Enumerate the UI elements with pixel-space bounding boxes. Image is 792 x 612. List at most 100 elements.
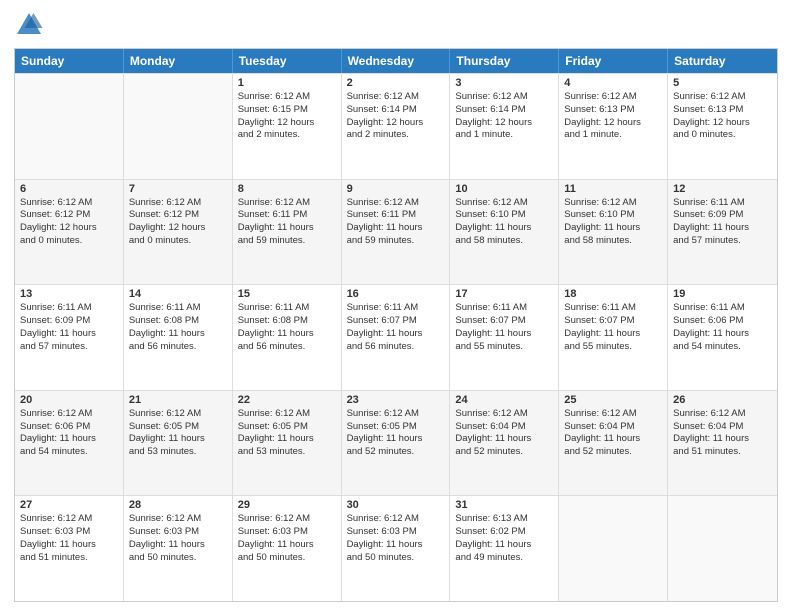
cell-info-line: and 52 minutes. bbox=[347, 446, 445, 459]
day-cell-7: 7Sunrise: 6:12 AMSunset: 6:12 PMDaylight… bbox=[124, 180, 233, 285]
cell-info-line: Sunrise: 6:11 AM bbox=[564, 302, 662, 315]
day-number: 17 bbox=[455, 288, 553, 300]
cell-info-line: Daylight: 12 hours bbox=[347, 117, 445, 130]
cell-info-line: Sunset: 6:15 PM bbox=[238, 104, 336, 117]
cell-info-line: Sunset: 6:05 PM bbox=[347, 421, 445, 434]
day-number: 14 bbox=[129, 288, 227, 300]
cell-info-line: Sunrise: 6:13 AM bbox=[455, 513, 553, 526]
day-number: 3 bbox=[455, 77, 553, 89]
day-cell-3: 3Sunrise: 6:12 AMSunset: 6:14 PMDaylight… bbox=[450, 74, 559, 179]
cell-info-line: Sunrise: 6:12 AM bbox=[673, 91, 772, 104]
weekday-header-saturday: Saturday bbox=[668, 49, 777, 73]
day-cell-23: 23Sunrise: 6:12 AMSunset: 6:05 PMDayligh… bbox=[342, 391, 451, 496]
day-number: 7 bbox=[129, 183, 227, 195]
cell-info-line: Sunrise: 6:11 AM bbox=[20, 302, 118, 315]
cell-info-line: Sunset: 6:10 PM bbox=[564, 209, 662, 222]
cell-info-line: Daylight: 12 hours bbox=[564, 117, 662, 130]
cell-info-line: Sunrise: 6:11 AM bbox=[129, 302, 227, 315]
cell-info-line: Sunset: 6:04 PM bbox=[673, 421, 772, 434]
cell-info-line: Daylight: 11 hours bbox=[673, 433, 772, 446]
empty-cell bbox=[559, 496, 668, 601]
cell-info-line: and 57 minutes. bbox=[673, 235, 772, 248]
day-cell-17: 17Sunrise: 6:11 AMSunset: 6:07 PMDayligh… bbox=[450, 285, 559, 390]
cell-info-line: Daylight: 11 hours bbox=[238, 539, 336, 552]
weekday-header-friday: Friday bbox=[559, 49, 668, 73]
calendar-row: 6Sunrise: 6:12 AMSunset: 6:12 PMDaylight… bbox=[15, 179, 777, 285]
cell-info-line: Sunrise: 6:12 AM bbox=[455, 197, 553, 210]
logo bbox=[14, 10, 48, 40]
empty-cell bbox=[668, 496, 777, 601]
cell-info-line: Daylight: 11 hours bbox=[455, 539, 553, 552]
cell-info-line: Daylight: 12 hours bbox=[238, 117, 336, 130]
day-number: 12 bbox=[673, 183, 772, 195]
cell-info-line: Sunset: 6:08 PM bbox=[129, 315, 227, 328]
day-cell-30: 30Sunrise: 6:12 AMSunset: 6:03 PMDayligh… bbox=[342, 496, 451, 601]
cell-info-line: Sunrise: 6:12 AM bbox=[455, 408, 553, 421]
cell-info-line: Sunrise: 6:12 AM bbox=[673, 408, 772, 421]
cell-info-line: Sunrise: 6:12 AM bbox=[347, 197, 445, 210]
day-cell-27: 27Sunrise: 6:12 AMSunset: 6:03 PMDayligh… bbox=[15, 496, 124, 601]
cell-info-line: Sunset: 6:09 PM bbox=[20, 315, 118, 328]
cell-info-line: Sunrise: 6:12 AM bbox=[238, 197, 336, 210]
cell-info-line: and 51 minutes. bbox=[20, 552, 118, 565]
day-number: 31 bbox=[455, 499, 553, 511]
cell-info-line: and 55 minutes. bbox=[455, 341, 553, 354]
day-cell-29: 29Sunrise: 6:12 AMSunset: 6:03 PMDayligh… bbox=[233, 496, 342, 601]
cell-info-line: Daylight: 11 hours bbox=[129, 328, 227, 341]
cell-info-line: Sunrise: 6:12 AM bbox=[129, 197, 227, 210]
cell-info-line: and 57 minutes. bbox=[20, 341, 118, 354]
day-number: 1 bbox=[238, 77, 336, 89]
cell-info-line: Sunset: 6:07 PM bbox=[564, 315, 662, 328]
cell-info-line: Daylight: 11 hours bbox=[347, 539, 445, 552]
calendar-row: 27Sunrise: 6:12 AMSunset: 6:03 PMDayligh… bbox=[15, 495, 777, 601]
cell-info-line: Sunrise: 6:11 AM bbox=[455, 302, 553, 315]
cell-info-line: Sunset: 6:07 PM bbox=[347, 315, 445, 328]
cell-info-line: Sunrise: 6:12 AM bbox=[20, 197, 118, 210]
cell-info-line: Daylight: 12 hours bbox=[20, 222, 118, 235]
day-number: 5 bbox=[673, 77, 772, 89]
day-cell-31: 31Sunrise: 6:13 AMSunset: 6:02 PMDayligh… bbox=[450, 496, 559, 601]
day-cell-15: 15Sunrise: 6:11 AMSunset: 6:08 PMDayligh… bbox=[233, 285, 342, 390]
cell-info-line: Sunset: 6:12 PM bbox=[20, 209, 118, 222]
cell-info-line: Sunrise: 6:12 AM bbox=[347, 513, 445, 526]
cell-info-line: and 59 minutes. bbox=[238, 235, 336, 248]
cell-info-line: Sunrise: 6:12 AM bbox=[238, 408, 336, 421]
day-number: 21 bbox=[129, 394, 227, 406]
cell-info-line: Sunrise: 6:12 AM bbox=[564, 197, 662, 210]
day-cell-14: 14 Sunrise: 6:11 AMSunset: 6:08 PMDayligh… bbox=[124, 285, 233, 390]
cell-info-line: Sunset: 6:14 PM bbox=[347, 104, 445, 117]
day-number: 20 bbox=[20, 394, 118, 406]
day-cell-16: 16Sunrise: 6:11 AMSunset: 6:07 PMDayligh… bbox=[342, 285, 451, 390]
day-cell-11: 11Sunrise: 6:12 AMSunset: 6:10 PMDayligh… bbox=[559, 180, 668, 285]
cell-info-line: Daylight: 11 hours bbox=[129, 539, 227, 552]
page-header bbox=[14, 10, 778, 40]
cell-info-line: Sunrise: 6:12 AM bbox=[347, 408, 445, 421]
cell-info-line: and 56 minutes. bbox=[238, 341, 336, 354]
cell-info-line: Daylight: 11 hours bbox=[129, 433, 227, 446]
cell-info-line: Sunrise: 6:12 AM bbox=[129, 408, 227, 421]
day-cell-8: 8Sunrise: 6:12 AMSunset: 6:11 PMDaylight… bbox=[233, 180, 342, 285]
cell-info-line: and 50 minutes. bbox=[238, 552, 336, 565]
cell-info-line: Sunset: 6:08 PM bbox=[238, 315, 336, 328]
cell-info-line: and 50 minutes. bbox=[129, 552, 227, 565]
day-cell-2: 2Sunrise: 6:12 AMSunset: 6:14 PMDaylight… bbox=[342, 74, 451, 179]
cell-info-line: and 0 minutes. bbox=[673, 129, 772, 142]
cell-info-line: Sunset: 6:09 PM bbox=[673, 209, 772, 222]
cell-info-line: and 54 minutes. bbox=[20, 446, 118, 459]
day-cell-26: 26Sunrise: 6:12 AMSunset: 6:04 PMDayligh… bbox=[668, 391, 777, 496]
day-cell-6: 6Sunrise: 6:12 AMSunset: 6:12 PMDaylight… bbox=[15, 180, 124, 285]
cell-info-line: and 50 minutes. bbox=[347, 552, 445, 565]
cell-info-line: Sunrise: 6:12 AM bbox=[455, 91, 553, 104]
cell-info-line: and 52 minutes. bbox=[455, 446, 553, 459]
day-number: 9 bbox=[347, 183, 445, 195]
cell-info-line: Sunset: 6:04 PM bbox=[564, 421, 662, 434]
day-cell-25: 25Sunrise: 6:12 AMSunset: 6:04 PMDayligh… bbox=[559, 391, 668, 496]
cell-info-line: Daylight: 11 hours bbox=[673, 222, 772, 235]
cell-info-line: Daylight: 11 hours bbox=[564, 222, 662, 235]
cell-info-line: Daylight: 11 hours bbox=[238, 433, 336, 446]
day-number: 24 bbox=[455, 394, 553, 406]
day-number: 18 bbox=[564, 288, 662, 300]
cell-info-line: and 0 minutes. bbox=[129, 235, 227, 248]
day-number: 10 bbox=[455, 183, 553, 195]
cell-info-line: and 56 minutes. bbox=[129, 341, 227, 354]
